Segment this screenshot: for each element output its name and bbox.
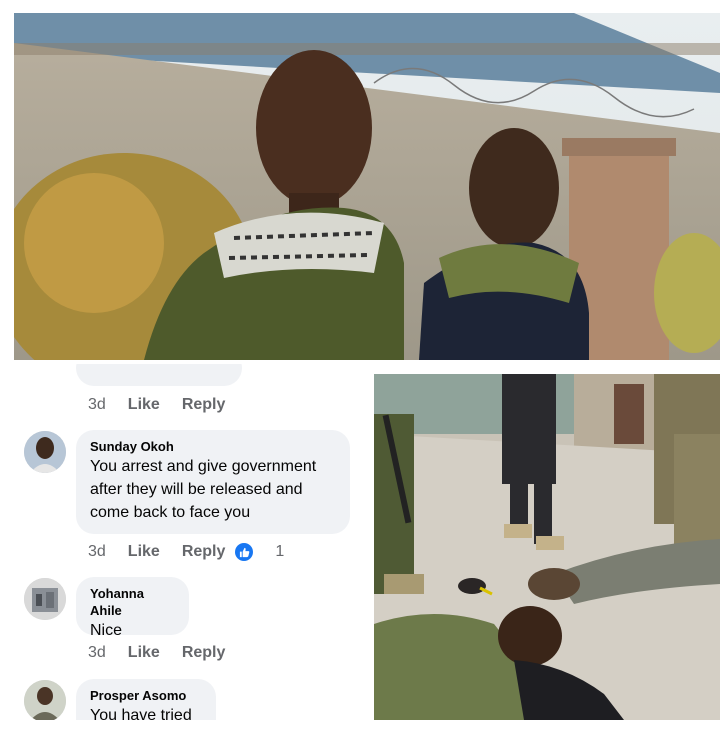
like-icon [235,543,254,561]
comment-text: You arrest and give government after the… [90,455,336,524]
like-button[interactable]: Like [128,396,160,414]
comment-bubble: Prosper Asomo You have tried [76,679,216,720]
comment-bubble: Sunday Okoh You arrest and give governme… [76,430,350,534]
avatar[interactable] [24,431,66,473]
comment-bubble: Yohanna Ahile Nice [76,577,189,639]
comment-actions: 3d Like Reply 1 [88,543,328,561]
comment-text-line: come back to face you [90,504,251,521]
comment-time: 3d [88,396,106,413]
comment-actions: 3d Like Reply [88,396,247,414]
reaction-summary[interactable]: 1 [235,543,306,561]
comment-time: 3d [88,543,106,560]
like-button[interactable]: Like [128,543,160,561]
reaction-count: 1 [275,543,285,560]
comment-bubble-partial [76,364,242,386]
avatar[interactable] [24,578,66,620]
comment-text: You have tried [90,707,192,720]
comment-actions: 3d Like Reply [88,644,247,662]
comment-author[interactable]: Yohanna Ahile [90,585,175,619]
like-button[interactable]: Like [128,644,160,662]
avatar[interactable] [24,680,66,720]
comment-panel: 3d Like Reply Sunday Okoh You arrest and… [14,364,369,720]
comment-author[interactable]: Sunday Okoh [90,438,336,455]
top-photo [14,13,720,360]
bottom-photo [374,374,720,720]
comment-author[interactable]: Prosper Asomo [90,687,202,704]
reply-button[interactable]: Reply [182,644,226,662]
comment-text-line: after they will be released and [90,481,303,498]
comment-text-line: You arrest and give government [90,458,317,475]
comment-time: 3d [88,644,106,661]
reply-button[interactable]: Reply [182,543,226,561]
reply-button[interactable]: Reply [182,396,226,414]
comment-text: Nice [90,622,123,639]
